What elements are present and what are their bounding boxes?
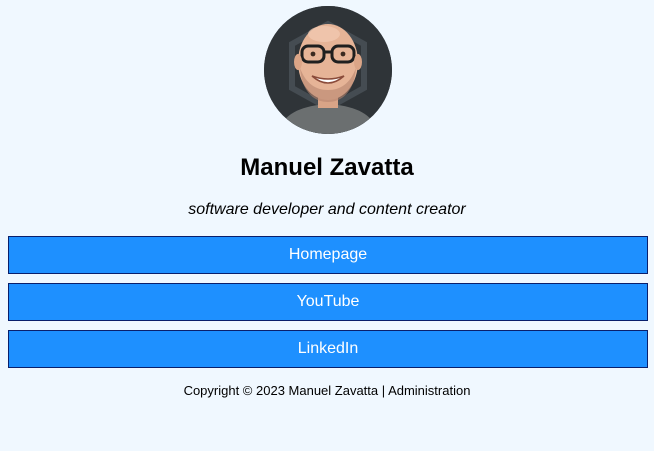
profile-page: Manuel Zavatta software developer and co… (0, 0, 654, 451)
profile-tagline: software developer and content creator (188, 201, 466, 218)
administration-link[interactable]: Administration (388, 383, 470, 398)
homepage-button[interactable]: Homepage (8, 236, 648, 274)
profile-name: Manuel Zavatta (240, 154, 414, 181)
footer-separator: | (381, 383, 386, 398)
youtube-button[interactable]: YouTube (8, 283, 648, 321)
copyright-text: Copyright © 2023 Manuel Zavatta (183, 383, 379, 398)
avatar (264, 6, 392, 134)
linkedin-button[interactable]: LinkedIn (8, 330, 648, 368)
profile-photo (264, 6, 392, 134)
footer: Copyright © 2023 Manuel Zavatta | Admini… (0, 383, 654, 399)
